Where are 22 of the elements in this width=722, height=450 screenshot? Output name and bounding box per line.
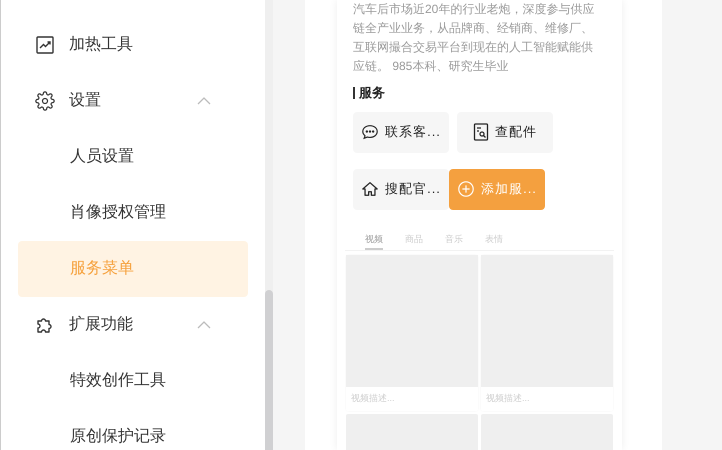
chat-bubble-icon xyxy=(361,123,380,141)
house-icon xyxy=(361,180,380,198)
sidebar-item[interactable]: 扩展功能 xyxy=(18,297,248,353)
scrollbar[interactable] xyxy=(265,0,273,450)
service-button[interactable]: 搜配官... xyxy=(353,168,449,210)
section-title: 服务 xyxy=(359,84,385,102)
submenu-item[interactable]: 特效创作工具 xyxy=(18,353,248,409)
plus-circle-icon xyxy=(457,180,476,198)
service-button[interactable]: 联系客... xyxy=(353,112,449,152)
service-button[interactable]: 查配件 xyxy=(457,112,553,152)
sidebar-item[interactable]: 加热工具 xyxy=(18,17,248,73)
chevron-up-icon xyxy=(197,321,211,329)
settings-icon xyxy=(35,91,55,111)
submenu-item[interactable]: 肖像授权管理 xyxy=(18,185,248,241)
scrollbar-thumb[interactable] xyxy=(265,290,273,450)
bio-text: 汽车后市场近20年的行业老炮，深度参与供应链全产业业务，从品牌商、经销商、维修厂、互联网撮合交易平台到现在的人工智能赋能供应链。 985本科、研究生毕业 xyxy=(352,1,596,75)
chevron-up-icon xyxy=(197,97,211,105)
sidebar-item[interactable]: 设置 xyxy=(18,73,248,129)
trend-chart-icon xyxy=(35,35,55,55)
document-search-icon xyxy=(473,123,489,141)
submenu-item[interactable]: 人员设置 xyxy=(18,129,248,185)
submenu-item[interactable]: 原创保护记录 xyxy=(18,409,248,450)
